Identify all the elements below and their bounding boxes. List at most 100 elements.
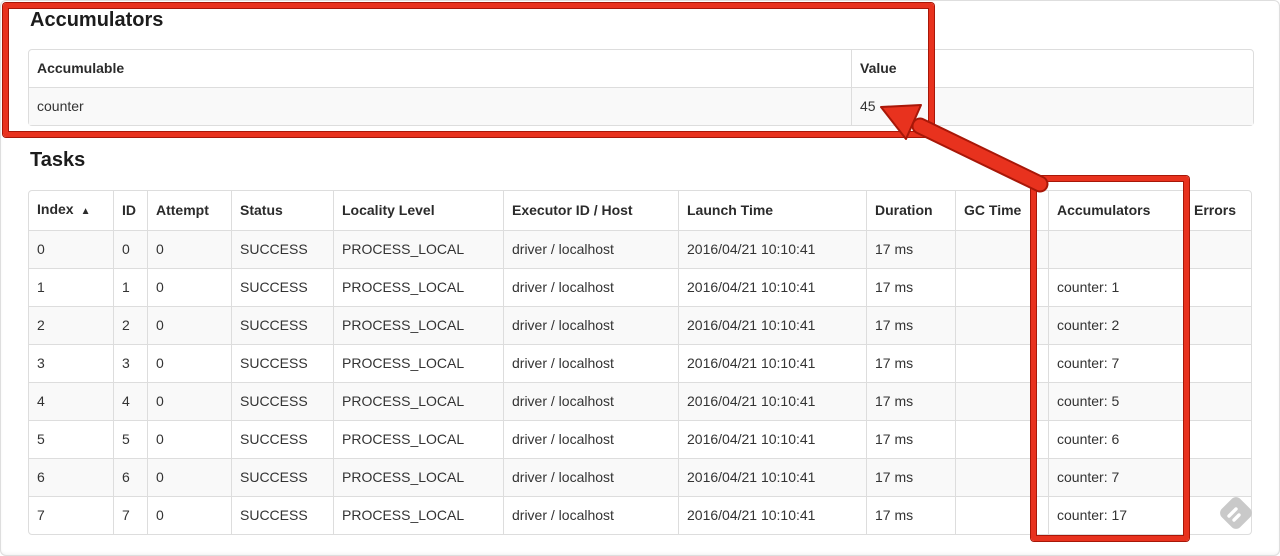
table-cell: PROCESS_LOCAL bbox=[333, 458, 503, 496]
table-cell: 0 bbox=[147, 458, 231, 496]
table-header-row: Accumulable Value bbox=[29, 50, 1253, 87]
table-cell: PROCESS_LOCAL bbox=[333, 344, 503, 382]
col-header-index-label: Index bbox=[37, 201, 74, 217]
table-cell: 7 bbox=[113, 496, 147, 534]
table-cell: 17 ms bbox=[866, 458, 955, 496]
spark-ui-stage-page: Accumulators Accumulable Value counter 45… bbox=[0, 0, 1280, 556]
table-cell: 2016/04/21 10:10:41 bbox=[678, 230, 866, 268]
table-cell: SUCCESS bbox=[231, 420, 333, 458]
table-cell: driver / localhost bbox=[503, 306, 678, 344]
col-header-duration[interactable]: Duration bbox=[866, 191, 955, 230]
table-cell: 5 bbox=[113, 420, 147, 458]
table-row: 4 4 0 SUCCESS PROCESS_LOCAL driver / localhos… bbox=[29, 382, 1251, 420]
table-cell: 0 bbox=[113, 230, 147, 268]
table-cell: SUCCESS bbox=[231, 230, 333, 268]
table-cell: SUCCESS bbox=[231, 268, 333, 306]
table-cell bbox=[955, 496, 1048, 534]
table-row: 1 1 0 SUCCESS PROCESS_LOCAL driver / localhos… bbox=[29, 268, 1251, 306]
table-cell: PROCESS_LOCAL bbox=[333, 420, 503, 458]
table-cell bbox=[1185, 230, 1251, 268]
table-cell: PROCESS_LOCAL bbox=[333, 268, 503, 306]
table-cell bbox=[1185, 344, 1251, 382]
table-cell: 3 bbox=[29, 344, 113, 382]
table-cell bbox=[1185, 268, 1251, 306]
table-cell: 2016/04/21 10:10:41 bbox=[678, 382, 866, 420]
col-header-errors[interactable]: Errors bbox=[1185, 191, 1251, 230]
table-cell: 0 bbox=[29, 230, 113, 268]
table-cell: SUCCESS bbox=[231, 458, 333, 496]
table-row: 3 3 0 SUCCESS PROCESS_LOCAL driver / localhos… bbox=[29, 344, 1251, 382]
table-cell: 0 bbox=[147, 344, 231, 382]
table-cell: 3 bbox=[113, 344, 147, 382]
accumulable-table: Accumulable Value counter 45 bbox=[28, 49, 1254, 126]
table-cell: counter: 2 bbox=[1048, 306, 1185, 344]
table-cell: 1 bbox=[113, 268, 147, 306]
table-cell: PROCESS_LOCAL bbox=[333, 230, 503, 268]
table-cell: 2 bbox=[29, 306, 113, 344]
table-cell: 0 bbox=[147, 382, 231, 420]
table-row: 0 0 0 SUCCESS PROCESS_LOCAL driver / localhos… bbox=[29, 230, 1251, 268]
col-header-status[interactable]: Status bbox=[231, 191, 333, 230]
table-cell: 4 bbox=[113, 382, 147, 420]
table-cell: 4 bbox=[29, 382, 113, 420]
table-cell: 17 ms bbox=[866, 420, 955, 458]
table-row: counter 45 bbox=[29, 87, 1253, 125]
table-cell bbox=[1185, 420, 1251, 458]
table-cell: counter bbox=[29, 87, 851, 125]
table-cell: counter: 6 bbox=[1048, 420, 1185, 458]
table-cell: driver / localhost bbox=[503, 496, 678, 534]
table-cell: PROCESS_LOCAL bbox=[333, 306, 503, 344]
table-cell: counter: 5 bbox=[1048, 382, 1185, 420]
table-cell: driver / localhost bbox=[503, 382, 678, 420]
table-cell bbox=[955, 458, 1048, 496]
table-cell: counter: 1 bbox=[1048, 268, 1185, 306]
table-cell bbox=[955, 268, 1048, 306]
table-cell bbox=[955, 230, 1048, 268]
tasks-section-title: Tasks bbox=[30, 149, 86, 171]
table-cell bbox=[1185, 496, 1251, 534]
table-cell: 17 ms bbox=[866, 306, 955, 344]
table-cell bbox=[1048, 230, 1185, 268]
table-cell: 0 bbox=[147, 306, 231, 344]
table-cell: 0 bbox=[147, 268, 231, 306]
table-cell: driver / localhost bbox=[503, 230, 678, 268]
table-cell: SUCCESS bbox=[231, 306, 333, 344]
table-cell: 17 ms bbox=[866, 230, 955, 268]
col-header-gc-time[interactable]: GC Time bbox=[955, 191, 1048, 230]
table-cell bbox=[955, 344, 1048, 382]
table-cell: driver / localhost bbox=[503, 458, 678, 496]
table-header-row: Index ▲ ID Attempt Status Locality Level … bbox=[29, 191, 1251, 230]
table-cell: SUCCESS bbox=[231, 496, 333, 534]
table-cell: driver / localhost bbox=[503, 268, 678, 306]
table-cell: 2016/04/21 10:10:41 bbox=[678, 344, 866, 382]
col-header-attempt[interactable]: Attempt bbox=[147, 191, 231, 230]
table-cell: 2016/04/21 10:10:41 bbox=[678, 268, 866, 306]
col-header-accumulators[interactable]: Accumulators bbox=[1048, 191, 1185, 230]
table-row: 2 2 0 SUCCESS PROCESS_LOCAL driver / localhos… bbox=[29, 306, 1251, 344]
table-cell: 45 bbox=[851, 87, 1253, 125]
col-header-executor-id-host[interactable]: Executor ID / Host bbox=[503, 191, 678, 230]
table-cell: counter: 7 bbox=[1048, 458, 1185, 496]
table-cell: 2016/04/21 10:10:41 bbox=[678, 420, 866, 458]
col-header-index[interactable]: Index ▲ bbox=[29, 191, 113, 230]
table-cell: 2 bbox=[113, 306, 147, 344]
table-cell: 17 ms bbox=[866, 382, 955, 420]
table-cell: PROCESS_LOCAL bbox=[333, 496, 503, 534]
col-header-value: Value bbox=[851, 50, 1253, 87]
col-header-id[interactable]: ID bbox=[113, 191, 147, 230]
col-header-launch-time[interactable]: Launch Time bbox=[678, 191, 866, 230]
table-cell: SUCCESS bbox=[231, 344, 333, 382]
table-cell: 0 bbox=[147, 420, 231, 458]
col-header-accumulable: Accumulable bbox=[37, 60, 125, 76]
table-cell: 6 bbox=[29, 458, 113, 496]
table-row: 5 5 0 SUCCESS PROCESS_LOCAL driver / localhos… bbox=[29, 420, 1251, 458]
col-header-locality-level[interactable]: Locality Level bbox=[333, 191, 503, 230]
table-cell: 17 ms bbox=[866, 344, 955, 382]
accumulators-section-title: Accumulators bbox=[30, 9, 164, 31]
table-cell: PROCESS_LOCAL bbox=[333, 382, 503, 420]
table-cell bbox=[955, 306, 1048, 344]
table-cell: counter: 17 bbox=[1048, 496, 1185, 534]
table-cell: 6 bbox=[113, 458, 147, 496]
table-row: 7 7 0 SUCCESS PROCESS_LOCAL driver / localhos… bbox=[29, 496, 1251, 534]
table-cell: SUCCESS bbox=[231, 382, 333, 420]
